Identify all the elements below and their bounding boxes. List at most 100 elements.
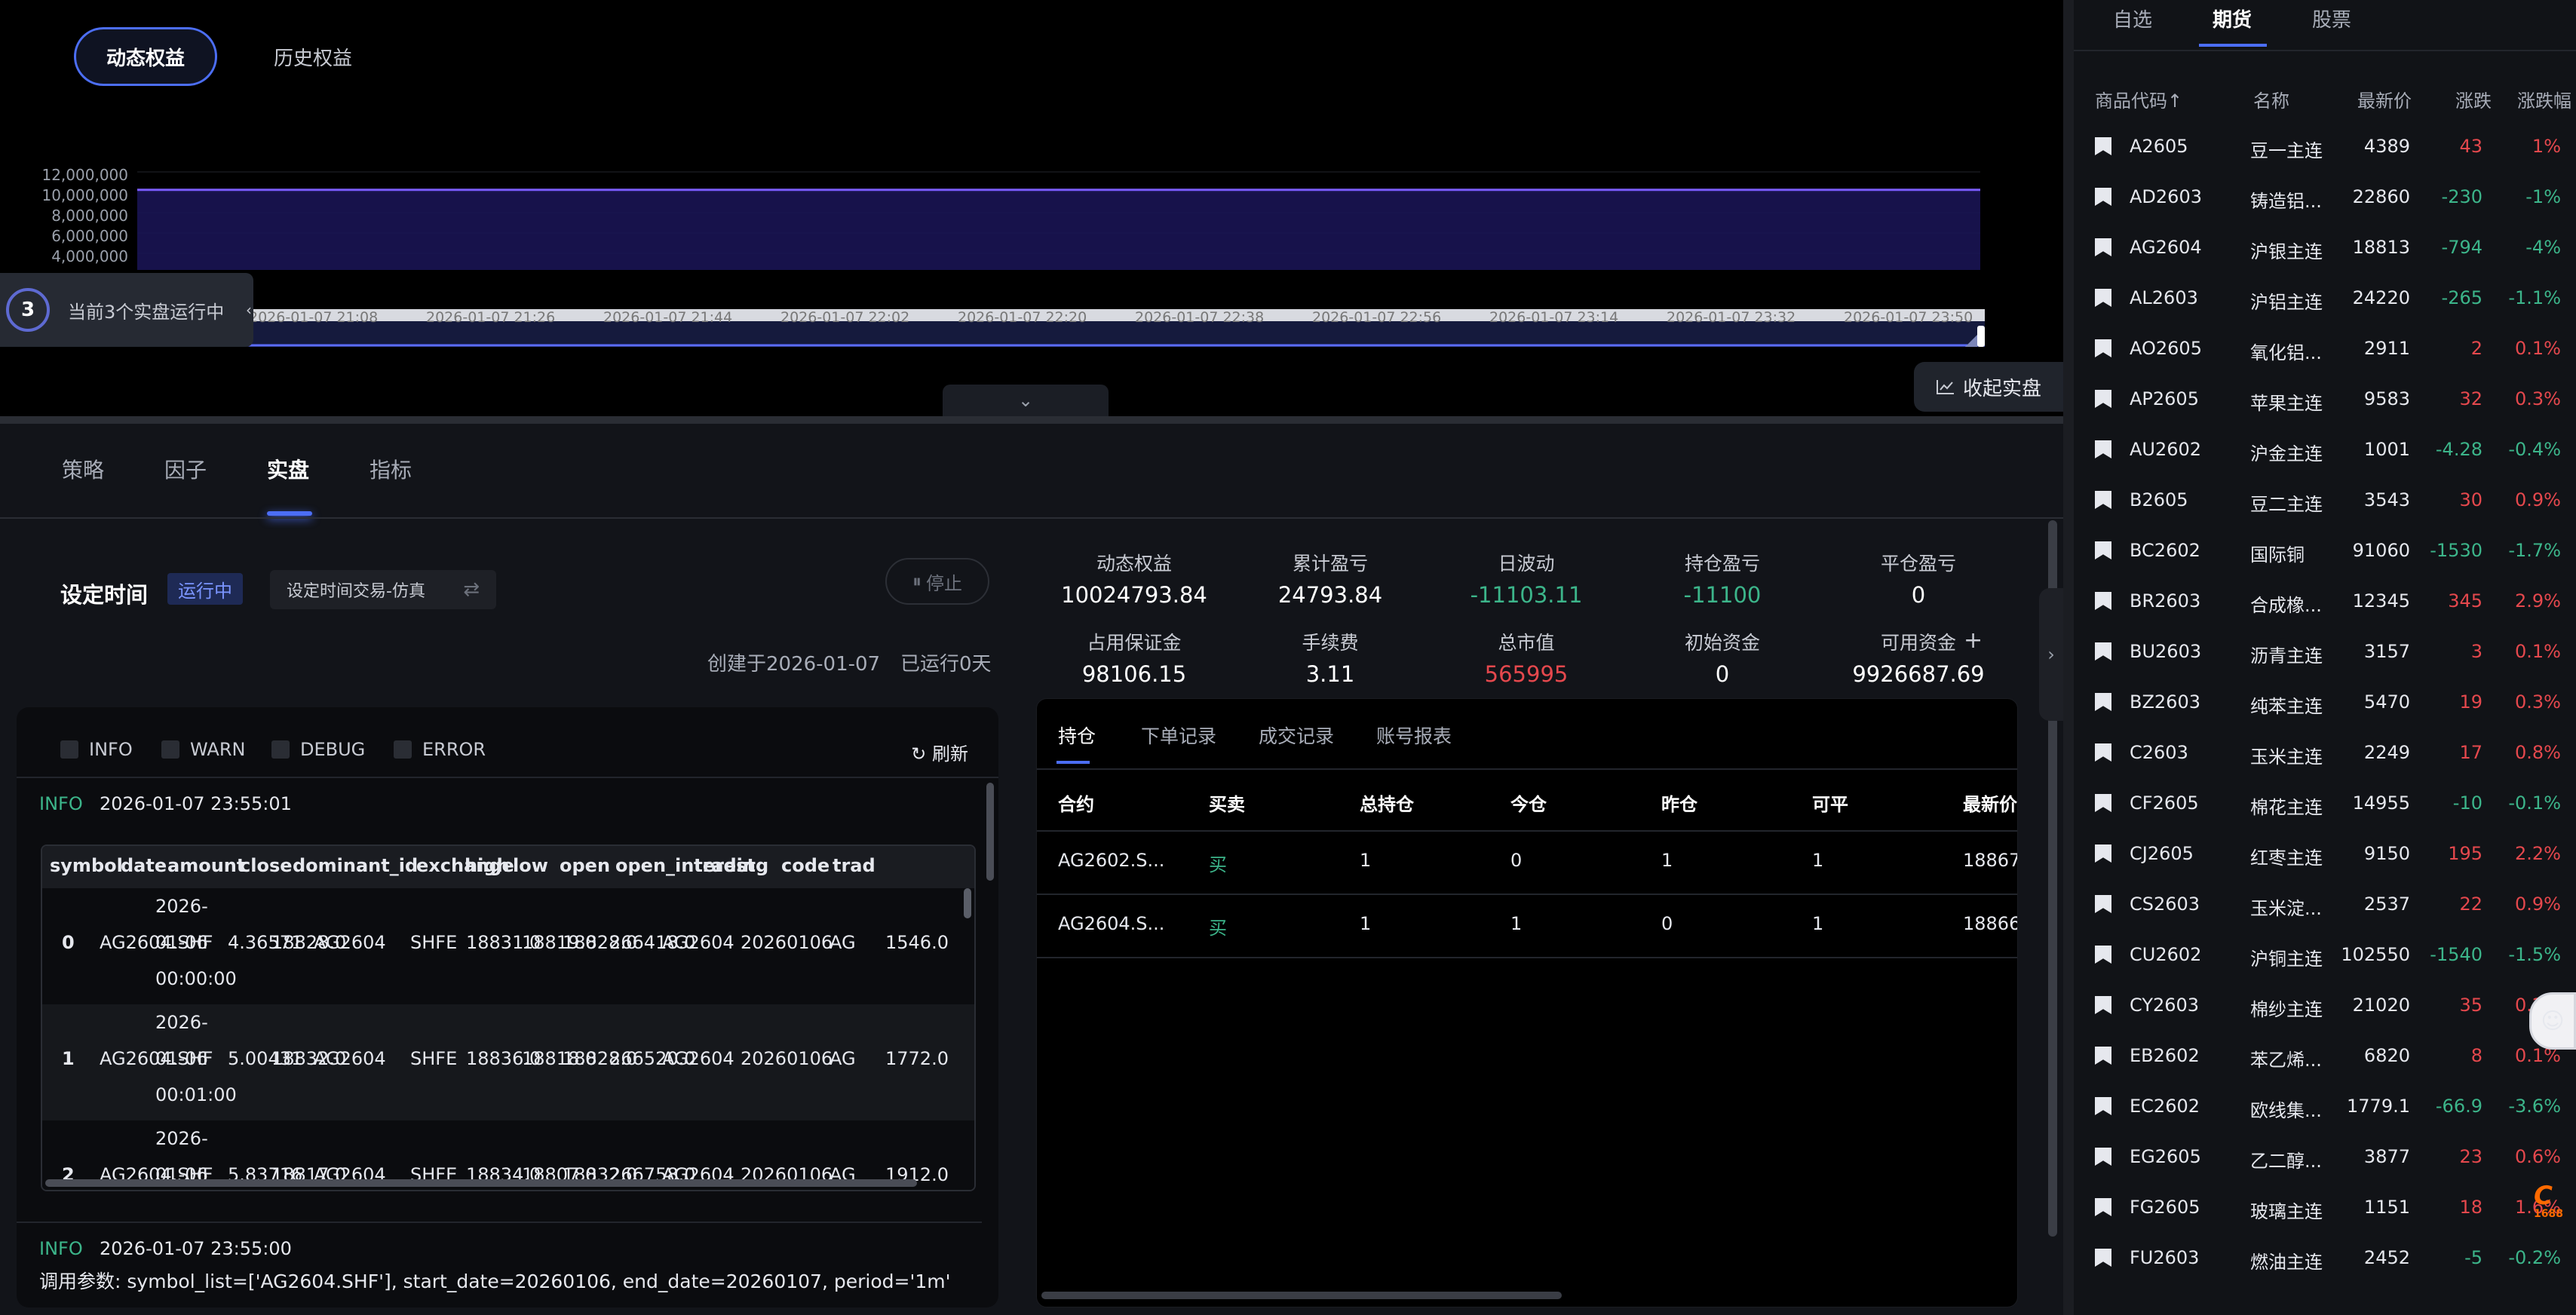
checkbox[interactable]: [60, 740, 78, 759]
tab-strategy[interactable]: 策略: [62, 454, 104, 484]
tab-dynamic-equity[interactable]: 动态权益: [74, 27, 217, 86]
watchlist-row[interactable]: BR2603 合成橡... 12345 345 2.9%: [2074, 575, 2576, 626]
bookmark-icon[interactable]: [2095, 996, 2111, 1014]
column-header[interactable]: trading: [694, 855, 768, 876]
column-header[interactable]: symbol: [50, 855, 123, 876]
bookmark-icon[interactable]: [2095, 541, 2111, 559]
side-toggle[interactable]: ›: [2039, 588, 2063, 721]
watchlist-row[interactable]: FG2605 玻璃主连 1151 18 1.6%: [2074, 1182, 2576, 1232]
chevron-left-icon[interactable]: ‹: [246, 301, 252, 319]
column-header[interactable]: close: [240, 855, 293, 876]
col-price[interactable]: 最新价: [2357, 86, 2412, 112]
tab-indicator[interactable]: 指标: [370, 454, 412, 484]
bookmark-icon[interactable]: [2095, 1097, 2111, 1115]
watchlist-row[interactable]: CJ2605 红枣主连 9150 195 2.2%: [2074, 828, 2576, 878]
watchlist-row[interactable]: BU2603 沥青主连 3157 3 0.1%: [2074, 626, 2576, 676]
range-handle-right[interactable]: [1977, 326, 1985, 347]
filter-debug[interactable]: DEBUG: [271, 739, 365, 760]
column-header[interactable]: 可平: [1812, 789, 1848, 816]
tab-live[interactable]: 实盘: [267, 454, 309, 484]
column-header[interactable]: amount: [167, 855, 245, 876]
watchlist-row[interactable]: C2603 玉米主连 2249 17 0.8%: [2074, 727, 2576, 777]
table-row[interactable]: 1 AG2604.SHF 2026- 01-06 00:01:00 5.00431 1883…: [42, 1004, 974, 1120]
bookmark-icon[interactable]: [2095, 1249, 2111, 1267]
tab-factor[interactable]: 因子: [164, 454, 207, 484]
bookmark-icon[interactable]: [2095, 137, 2111, 155]
tab-history-equity[interactable]: 历史权益: [256, 27, 370, 86]
running-badge[interactable]: 3 当前3个实盘运行中 ‹: [0, 273, 253, 347]
bookmark-icon[interactable]: [2095, 895, 2111, 913]
bookmark-icon[interactable]: [2095, 743, 2111, 762]
tab-favorites[interactable]: 自选: [2113, 5, 2152, 32]
add-funds-icon[interactable]: +: [1964, 627, 1983, 654]
brand-logo[interactable]: C 1688: [2534, 1183, 2576, 1231]
refresh-button[interactable]: ↻ 刷新: [911, 739, 968, 765]
bookmark-icon[interactable]: [2095, 390, 2111, 408]
watchlist-row[interactable]: A2605 豆一主连 4389 43 1%: [2074, 121, 2576, 171]
column-header[interactable]: trad: [833, 855, 876, 876]
col-change[interactable]: 涨跌: [2455, 86, 2492, 112]
watchlist-row[interactable]: CF2605 棉花主连 14955 -10 -0.1%: [2074, 777, 2576, 828]
tab-positions[interactable]: 持仓: [1058, 722, 1096, 749]
filter-warn[interactable]: WARN: [161, 739, 245, 760]
tab-futures[interactable]: 期货: [2213, 5, 2252, 32]
bookmark-icon[interactable]: [2095, 1047, 2111, 1065]
checkbox[interactable]: [161, 740, 179, 759]
column-header[interactable]: 总持仓: [1360, 789, 1414, 816]
checkbox[interactable]: [271, 740, 290, 759]
bookmark-icon[interactable]: [2095, 592, 2111, 610]
bookmark-icon[interactable]: [2095, 440, 2111, 458]
watchlist-row[interactable]: CS2603 玉米淀... 2537 22 0.9%: [2074, 878, 2576, 929]
column-header[interactable]: high: [465, 855, 510, 876]
column-header[interactable]: low: [513, 855, 548, 876]
table-row[interactable]: 0 AG2604.SHF 2026- 01-06 00:00:00 4.36571 1882…: [42, 888, 974, 1004]
filter-error[interactable]: ERROR: [394, 739, 486, 760]
mode-select[interactable]: 设定时间交易-仿真 ⇄: [270, 570, 496, 609]
watchlist-row[interactable]: BC2602 国际铜 91060 -1530 -1.7%: [2074, 525, 2576, 575]
bookmark-icon[interactable]: [2095, 339, 2111, 357]
watchlist-row[interactable]: EB2602 苯乙烯... 6820 8 0.1%: [2074, 1030, 2576, 1081]
swap-icon[interactable]: ⇄: [463, 578, 480, 601]
bookmark-icon[interactable]: [2095, 642, 2111, 661]
bookmark-icon[interactable]: [2095, 491, 2111, 509]
bookmark-icon[interactable]: [2095, 289, 2111, 307]
watchlist-row[interactable]: EG2605 乙二醇... 3877 23 0.6%: [2074, 1131, 2576, 1182]
scrollbar[interactable]: [1041, 1292, 1562, 1299]
watchlist-row[interactable]: BZ2603 纯苯主连 5470 19 0.3%: [2074, 676, 2576, 727]
assistant-avatar[interactable]: ☺: [2529, 992, 2576, 1050]
column-header[interactable]: code: [781, 855, 830, 876]
col-code[interactable]: 商品代码↑: [2095, 86, 2182, 112]
bookmark-icon[interactable]: [2095, 794, 2111, 812]
tab-stocks[interactable]: 股票: [2312, 5, 2351, 32]
filter-info[interactable]: INFO: [60, 739, 133, 760]
col-change-pct[interactable]: 涨跌幅: [2517, 86, 2571, 112]
col-name[interactable]: 名称: [2253, 86, 2289, 112]
bookmark-icon[interactable]: [2095, 946, 2111, 964]
column-header[interactable]: dominant_id: [293, 855, 418, 876]
watchlist-row[interactable]: FU2603 燃油主连 2452 -5 -0.2%: [2074, 1232, 2576, 1283]
watchlist-row[interactable]: AG2604 沪银主连 18813 -794 -4%: [2074, 222, 2576, 272]
dataframe-table[interactable]: symbol date amount close dominant_id exchange…: [41, 844, 976, 1191]
column-header[interactable]: date: [121, 855, 167, 876]
expand-handle[interactable]: ⌄: [943, 385, 1109, 416]
watchlist-row[interactable]: AL2603 沪铝主连 24220 -265 -1.1%: [2074, 272, 2576, 323]
collapse-live-button[interactable]: 收起实盘: [1914, 362, 2063, 412]
tab-orders[interactable]: 下单记录: [1141, 722, 1216, 749]
bookmark-icon[interactable]: [2095, 693, 2111, 711]
bookmark-icon[interactable]: [2095, 1198, 2111, 1216]
watchlist-row[interactable]: AD2603 铸造铝... 22860 -230 -1%: [2074, 171, 2576, 222]
watchlist-row[interactable]: AO2605 氧化铝... 2911 2 0.1%: [2074, 323, 2576, 373]
scrollbar[interactable]: [986, 783, 994, 881]
scrollbar[interactable]: [964, 888, 971, 918]
tab-report[interactable]: 账号报表: [1376, 722, 1452, 749]
checkbox[interactable]: [394, 740, 412, 759]
bookmark-icon[interactable]: [2095, 188, 2111, 206]
scrollbar[interactable]: [45, 1179, 917, 1187]
column-header[interactable]: 最新价: [1963, 789, 2017, 816]
tab-trades[interactable]: 成交记录: [1259, 722, 1334, 749]
column-header[interactable]: 买卖: [1209, 789, 1245, 816]
column-header[interactable]: 昨仓: [1661, 789, 1697, 816]
bookmark-icon[interactable]: [2095, 844, 2111, 863]
stop-button[interactable]: ⏸ 停止: [885, 558, 989, 605]
watchlist-row[interactable]: AU2602 沪金主连 1001 -4.28 -0.4%: [2074, 424, 2576, 474]
